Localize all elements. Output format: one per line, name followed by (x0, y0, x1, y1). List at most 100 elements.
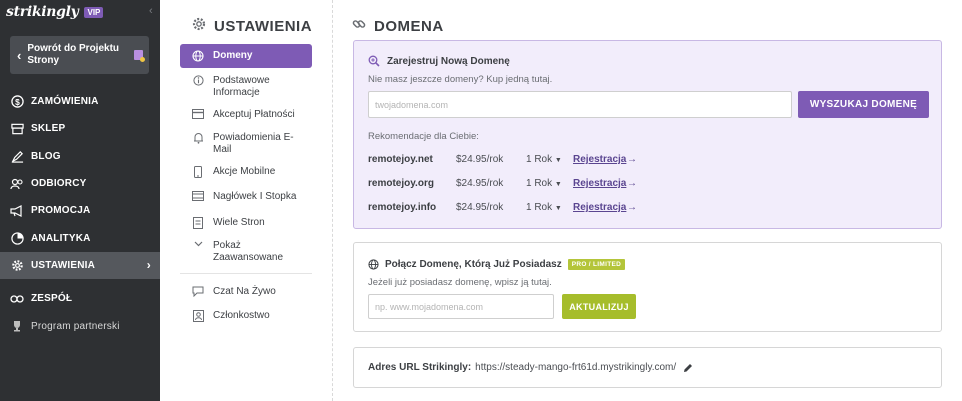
chevron-down-icon (191, 240, 205, 248)
gear-icon (192, 17, 206, 35)
nav-label: ZESPÓŁ (31, 293, 73, 305)
domain-search-input[interactable]: twojadomena.com (368, 91, 792, 118)
rec-register-link[interactable]: Rejestracja (573, 154, 626, 165)
nav-item-promotion[interactable]: PROMOCJA (0, 197, 160, 224)
register-subtext: Nie masz jeszcze domeny? Kup jedną tutaj… (368, 74, 553, 85)
gear-icon (10, 258, 24, 272)
caret-down-icon: ▼ (554, 157, 562, 164)
rec-price: $24.95/rok (456, 202, 504, 213)
page-title-label: DOMENA (374, 17, 444, 35)
subnav-item-email-notifications[interactable]: Powiadomienia E-Mail (180, 132, 312, 156)
vip-badge: VIP (84, 6, 104, 18)
collapse-sidebar-icon[interactable]: ‹ (149, 5, 153, 17)
caret-down-icon: ▼ (554, 181, 562, 188)
connect-domain-card: Połącz Domenę, Którą Już Posiadasz PRO /… (353, 242, 942, 332)
settings-title: USTAWIENIA (192, 17, 312, 35)
rec-term-select[interactable]: 1 Rok ▼ (526, 202, 562, 213)
own-domain-input[interactable]: np. www.mojadomena.com (368, 294, 554, 319)
connect-heading: Połącz Domenę, Którą Już Posiadasz PRO /… (368, 259, 626, 270)
rec-register-link[interactable]: Rejestracja (573, 202, 626, 213)
nav-item-audience[interactable]: ODBIORCY (0, 170, 160, 197)
nav-item-analytics[interactable]: ANALITYKA (0, 224, 160, 251)
subnav-item-payments[interactable]: Akceptuj Płatności (180, 109, 312, 121)
svg-text:$: $ (15, 97, 20, 107)
subnav-item-domains[interactable]: Domeny (180, 44, 312, 68)
strikingly-logo: strikingly (6, 4, 79, 20)
page-edit-icon (134, 50, 145, 62)
pro-limited-badge: PRO / LIMITED (567, 259, 626, 270)
megaphone-icon (10, 204, 24, 218)
nav-label: USTAWIENIA (31, 259, 96, 271)
nav-item-blog[interactable]: BLOG (0, 143, 160, 170)
settings-title-label: USTAWIENIA (214, 17, 313, 35)
brand[interactable]: strikingly VIP (6, 4, 104, 20)
subnav-label: Powiadomienia E-Mail (213, 132, 294, 155)
column-divider (332, 0, 333, 401)
subnav-label: Wiele Stron (213, 217, 265, 228)
caret-down-icon: ▼ (554, 205, 562, 212)
url-value: https://steady-mango-frt61d.mystrikingly… (475, 362, 677, 373)
analytics-icon (10, 231, 24, 245)
chevron-left-icon: ‹ (17, 47, 22, 63)
register-heading: Zarejestruj Nową Domenę (368, 55, 510, 67)
nav-label: ODBIORCY (31, 178, 87, 190)
recommendation-row: remotejoy.net $24.95/rok 1 Rok ▼ Rejestr… (368, 154, 668, 168)
recommendation-row: remotejoy.info $24.95/rok 1 Rok ▼ Rejest… (368, 202, 668, 216)
subnav-item-mobile-actions[interactable]: Akcje Mobilne (180, 166, 312, 178)
rec-term-select[interactable]: 1 Rok ▼ (526, 154, 562, 165)
subnav-label: Domeny (213, 50, 253, 61)
rec-register-link[interactable]: Rejestracja (573, 178, 626, 189)
back-to-project-label: Powrót do Projektu Strony (27, 43, 120, 66)
store-icon (10, 122, 24, 136)
subnav-label: Pokaż Zaawansowane (213, 240, 284, 263)
nav-label: PROMOCJA (31, 205, 91, 217)
subnav-label: Członkostwo (213, 310, 270, 321)
pencil-icon[interactable] (683, 363, 693, 373)
recommendations-label: Rekomendacje dla Ciebie: (368, 131, 479, 142)
membership-icon (191, 310, 205, 322)
subnav-label: Czat Na Żywo (213, 286, 276, 297)
globe-icon (368, 259, 379, 270)
chevron-right-icon: › (146, 258, 151, 273)
nav-label: SKLEP (31, 123, 66, 135)
nav-label: Program partnerski (31, 320, 120, 332)
rec-term-select[interactable]: 1 Rok ▼ (526, 178, 562, 189)
nav-item-partner-program[interactable]: Program partnerski (0, 312, 160, 339)
subnav-label: Nagłówek I Stopka (213, 191, 297, 202)
subnav-item-live-chat[interactable]: Czat Na Żywo (180, 286, 312, 298)
trophy-icon (10, 319, 24, 333)
mobile-icon (191, 166, 205, 178)
rec-term-value: 1 Rok (526, 178, 553, 189)
pages-icon (191, 217, 205, 229)
nav-item-orders[interactable]: $ ZAMÓWIENIA (0, 88, 160, 115)
search-plus-icon (368, 55, 380, 67)
nav-item-store[interactable]: SKLEP (0, 115, 160, 142)
nav-item-team[interactable]: ZESPÓŁ (0, 285, 160, 312)
strikingly-url-card: Adres URL Strikingly: https://steady-man… (353, 347, 942, 388)
update-button[interactable]: AKTUALIZUJ (562, 294, 636, 319)
dollar-icon: $ (10, 95, 24, 109)
recommendation-row: remotejoy.org $24.95/rok 1 Rok ▼ Rejestr… (368, 178, 668, 192)
subnav-label: Podstawowe Informacje (213, 75, 270, 98)
arrow-right-icon: → (627, 202, 637, 213)
subnav-item-header-footer[interactable]: Nagłówek I Stopka (180, 191, 312, 203)
subnav-item-show-advanced[interactable]: Pokaż Zaawansowane (180, 240, 312, 264)
subnav-item-basic-info[interactable]: Podstawowe Informacje (180, 75, 312, 99)
chat-icon (191, 286, 205, 297)
audience-icon (10, 177, 24, 191)
register-domain-card: Zarejestruj Nową Domenę Nie masz jeszcze… (353, 40, 942, 229)
app-root: strikingly VIP ‹ ‹ Powrót do Projektu St… (0, 0, 962, 401)
nav-item-settings[interactable]: USTAWIENIA › (0, 251, 160, 280)
back-to-project-button[interactable]: ‹ Powrót do Projektu Strony (10, 36, 149, 74)
rec-term-value: 1 Rok (526, 202, 553, 213)
nav-label: ANALITYKA (31, 232, 91, 244)
subnav-item-multiple-pages[interactable]: Wiele Stron (180, 217, 312, 229)
subnav-item-membership[interactable]: Członkostwo (180, 310, 312, 322)
main-sidebar: strikingly VIP ‹ ‹ Powrót do Projektu St… (0, 0, 160, 401)
header-icon (191, 191, 205, 201)
rec-price: $24.95/rok (456, 178, 504, 189)
search-domain-button[interactable]: WYSZUKAJ DOMENĘ (798, 91, 929, 118)
info-icon (191, 75, 205, 86)
nav-label: BLOG (31, 150, 61, 162)
rec-domain: remotejoy.net (368, 154, 433, 165)
